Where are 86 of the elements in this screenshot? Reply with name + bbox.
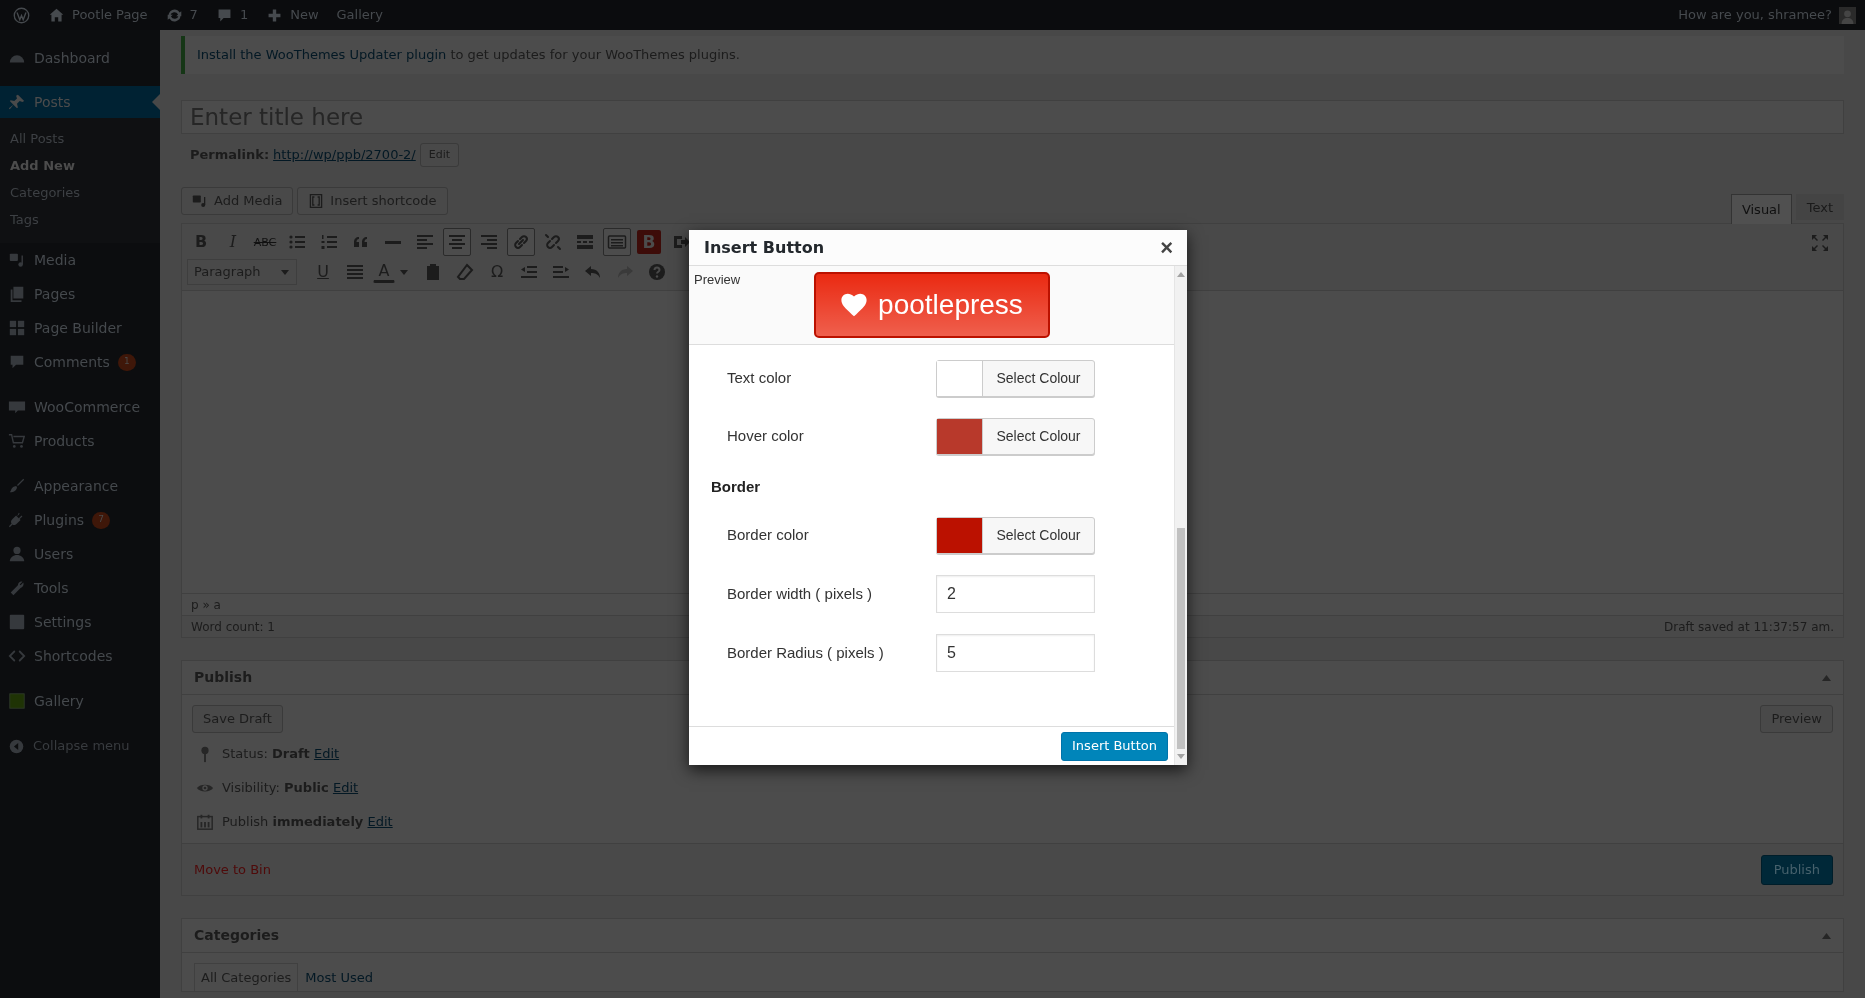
category-tab[interactable]: Most Used (298, 963, 381, 991)
cart-icon (8, 432, 26, 450)
align-left-icon (415, 232, 435, 252)
toolbar-button[interactable]: ABC (251, 228, 279, 256)
close-button[interactable]: × (1156, 236, 1177, 259)
edit-link[interactable]: Edit (367, 814, 393, 830)
calendar-icon (196, 813, 214, 831)
account-link[interactable]: How are you, shramee? (1669, 0, 1865, 30)
help-icon (647, 262, 667, 282)
keyboard-icon (607, 232, 627, 252)
unlink-icon (543, 232, 563, 252)
field-label: Border width ( pixels ) (727, 583, 874, 604)
toggle-arrow-icon[interactable] (1822, 932, 1831, 939)
menu-item[interactable]: Page Builder (0, 311, 160, 345)
caret-icon (280, 267, 290, 277)
editor-tab[interactable]: Visual (1730, 194, 1792, 224)
menu-item[interactable]: Plugins 7 (0, 503, 160, 537)
menu-item[interactable]: WooCommerce (0, 390, 160, 424)
insert-button[interactable]: Insert Button (1061, 731, 1168, 761)
wrench-icon (8, 579, 26, 597)
toolbar-button[interactable]: B (637, 230, 661, 254)
menu-item[interactable]: Tools (0, 571, 160, 605)
caret-icon[interactable] (399, 267, 409, 277)
toggle-arrow-icon[interactable] (1822, 674, 1831, 681)
comments-link[interactable]: 1 (206, 0, 258, 30)
grid-icon (8, 319, 26, 337)
color-picker-button[interactable]: Select Colour (936, 517, 1095, 554)
scrollbar[interactable] (1174, 266, 1187, 765)
field-label: Text color (727, 368, 793, 389)
plugin-link[interactable]: Install the WooThemes Updater plugin (197, 47, 447, 63)
field-label: Hover color (727, 426, 805, 447)
avatar-icon (1839, 6, 1856, 24)
square-icon (8, 692, 26, 710)
eraser-icon (455, 262, 475, 282)
heart-icon (840, 291, 869, 319)
menu-item[interactable]: Shortcodes (0, 639, 160, 673)
brush-icon (8, 477, 26, 495)
menu-item[interactable]: Pages (0, 277, 160, 311)
menu-item[interactable]: Media (0, 243, 160, 277)
color-picker-button[interactable]: Select Colour (936, 360, 1095, 397)
camera-note-icon (8, 251, 26, 269)
user-icon (8, 545, 26, 563)
pages-icon (8, 285, 26, 303)
edit-link[interactable]: Edit (313, 746, 340, 762)
number-field[interactable]: 2 (936, 575, 1095, 613)
preview-label: Preview (693, 271, 742, 289)
gallery-link[interactable]: Gallery (327, 0, 392, 30)
menu-item[interactable]: Users (0, 537, 160, 571)
numbered-list-icon (319, 232, 339, 252)
site-link[interactable]: Pootle Page (39, 0, 157, 30)
menu-item[interactable]: Appearance (0, 469, 160, 503)
media-icon (192, 193, 208, 209)
dialog-title: Insert Button (704, 236, 825, 259)
home-icon (48, 6, 65, 24)
permalink-link[interactable]: http://wp/ppb/2700-2/ (273, 145, 416, 165)
scroll-down-icon[interactable] (1177, 754, 1185, 760)
move-to-bin-link[interactable]: Move to Bin (194, 859, 271, 880)
updates-link[interactable]: 7 (156, 0, 207, 30)
menu-item[interactable]: Gallery (0, 684, 160, 718)
justify-icon (345, 262, 365, 282)
field-label: Border color (727, 525, 810, 546)
submenu-item[interactable]: Add New (0, 152, 160, 179)
scroll-up-icon[interactable] (1177, 271, 1185, 277)
count-badge: 1 (117, 353, 136, 371)
count-badge: 7 (92, 511, 110, 529)
link-icon (511, 232, 531, 252)
pushpin-icon (8, 93, 26, 111)
logo-icon (13, 6, 30, 24)
read-more-icon (575, 232, 595, 252)
align-right-icon (479, 232, 499, 252)
number-field[interactable]: 5 (936, 634, 1095, 672)
menu-item[interactable]: Settings (0, 605, 160, 639)
fullscreen-icon[interactable] (1810, 233, 1830, 253)
color-picker-button[interactable]: Select Colour (936, 418, 1095, 455)
menu-item[interactable]: Products (0, 424, 160, 458)
publish-button[interactable]: Publish (1760, 854, 1833, 885)
preview-button[interactable]: pootlepress (813, 272, 1050, 338)
menu-item[interactable]: Comments 1 (0, 345, 160, 379)
new-link[interactable]: New (257, 0, 328, 30)
shortcode-icon (308, 193, 325, 209)
menu-item[interactable]: Dashboard (0, 41, 160, 75)
menu-item[interactable]: Posts (0, 86, 160, 118)
edit-link[interactable]: Edit (332, 780, 359, 796)
field-label: Border Radius ( pixels ) (727, 642, 885, 663)
align-center-icon (447, 232, 467, 252)
section-heading: Border (711, 477, 762, 496)
